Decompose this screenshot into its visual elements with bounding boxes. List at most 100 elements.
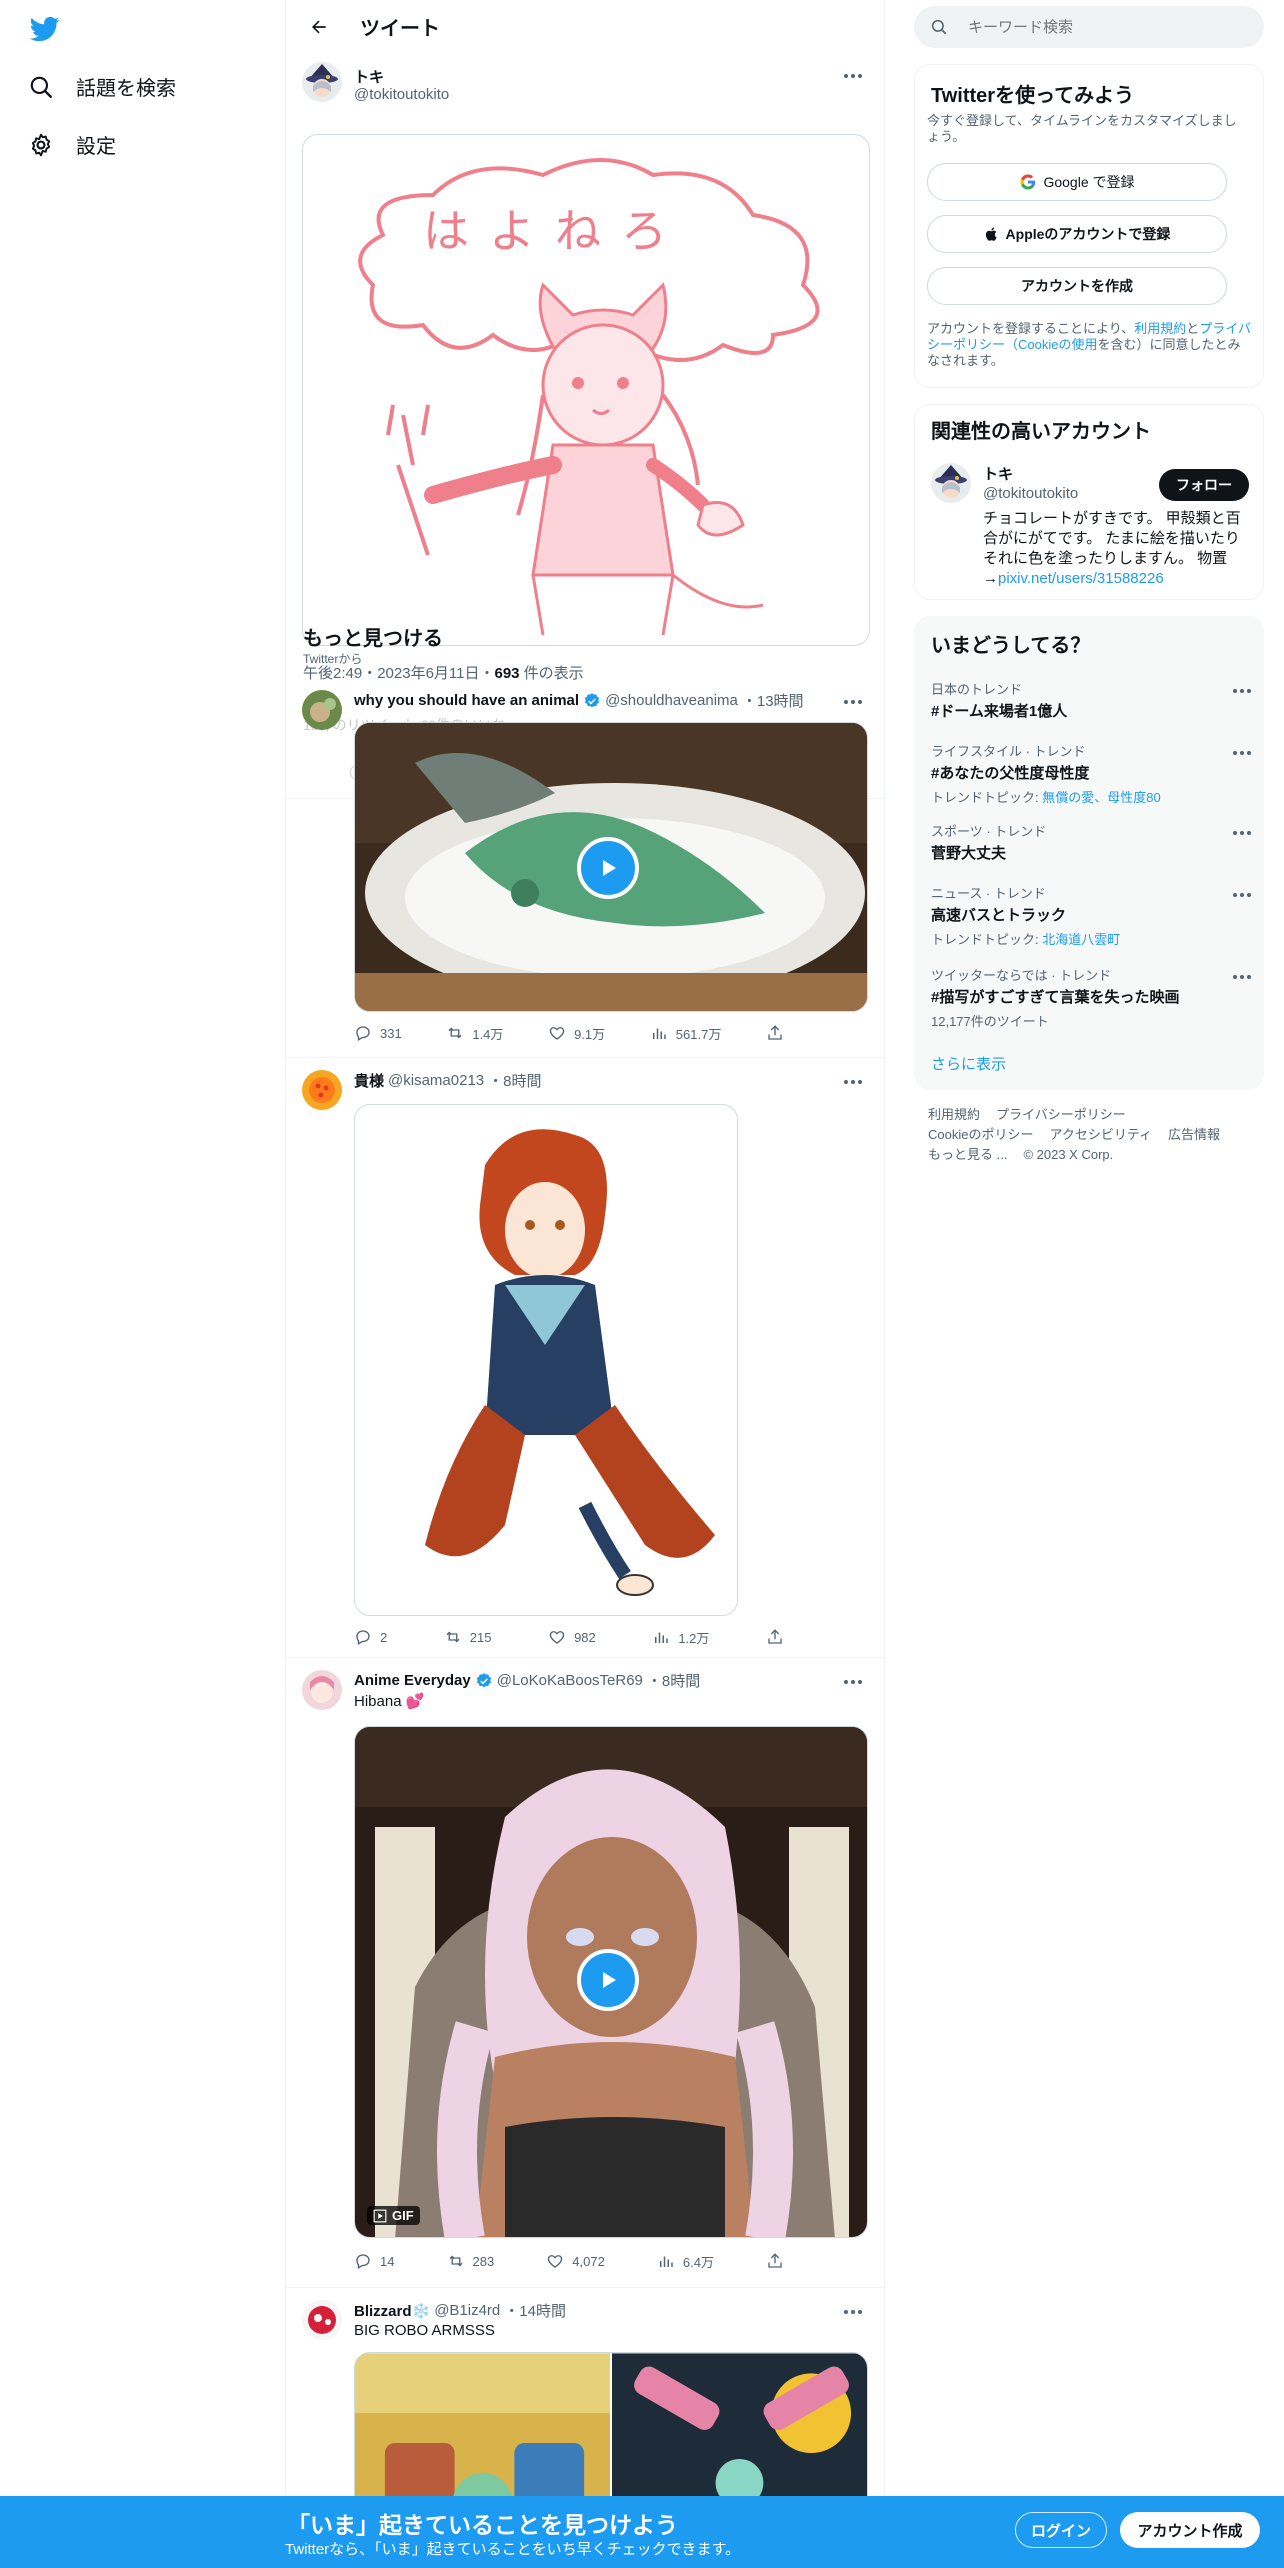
search-input[interactable] — [968, 18, 1228, 36]
footer-privacy-link[interactable]: プライバシーポリシー — [996, 1107, 1126, 1122]
related-handle[interactable]: @tokitoutokito — [983, 485, 1078, 502]
author-name[interactable]: トキ — [354, 66, 384, 87]
show-more-link[interactable]: さらに表示 — [931, 1053, 1006, 1074]
author-name[interactable]: 貴様 — [354, 1070, 384, 1091]
search-bar[interactable] — [914, 6, 1264, 48]
trend-item[interactable]: ツイッターならでは · トレンド #描写がすごすぎて言葉を失った映画 12,17… — [931, 965, 1251, 1030]
footer-terms-link[interactable]: 利用規約 — [928, 1107, 980, 1122]
views-button[interactable]: 1.2万 — [652, 1628, 709, 1647]
tweet-actions: 331 1.4万 9.1万 561.7万 — [354, 1022, 784, 1044]
related-name[interactable]: トキ — [983, 463, 1013, 484]
like-button[interactable]: 4,072 — [546, 2252, 605, 2270]
avatar[interactable] — [302, 690, 342, 730]
author-handle[interactable]: @kisama0213 — [388, 1072, 484, 1089]
footer-accessibility-link[interactable]: アクセシビリティ — [1049, 1127, 1152, 1142]
twitter-logo-icon[interactable] — [28, 14, 62, 44]
dot — [844, 1080, 848, 1084]
trend-item[interactable]: ライフスタイル · トレンド #あなたの父性度母性度 トレンドトピック: 無償の… — [931, 741, 1251, 806]
bio-link[interactable]: pixiv.net/users/31588226 — [998, 570, 1164, 587]
author-handle[interactable]: @shouldhaveanima — [605, 692, 738, 709]
tweet-image[interactable] — [354, 1104, 738, 1616]
views-button[interactable]: 6.4万 — [657, 2252, 714, 2271]
terms-link[interactable]: 利用規約 — [1134, 321, 1186, 336]
avatar[interactable] — [302, 2300, 342, 2340]
more-options-button[interactable] — [1225, 885, 1259, 905]
retweet-button[interactable]: 215 — [444, 1628, 492, 1646]
play-button[interactable] — [577, 837, 639, 899]
more-options-button[interactable] — [836, 2302, 870, 2322]
drawing-image: はよねろ — [303, 135, 869, 645]
back-button[interactable] — [302, 10, 336, 44]
share-button[interactable] — [766, 2252, 784, 2270]
feed-tweet[interactable]: Anime Everyday @LoKoKaBoosTeR69 ・8時間 Hib… — [286, 1658, 886, 2288]
dot — [1247, 975, 1251, 979]
more-options-button[interactable] — [1225, 823, 1259, 843]
author-name[interactable]: Anime Everyday — [354, 1672, 471, 1689]
reply-button[interactable]: 14 — [354, 2252, 394, 2270]
reply-button[interactable]: 2 — [354, 1628, 387, 1646]
like-count: 9.1万 — [574, 1026, 606, 1042]
more-options-button[interactable] — [836, 66, 870, 86]
tweet-actions: 2 215 982 1.2万 — [354, 1626, 784, 1648]
trend-topic-link[interactable]: 北海道八雲町 — [1042, 932, 1120, 947]
tweet-time[interactable]: ・14時間 — [504, 2300, 566, 2321]
tweet-time[interactable]: ・13時間 — [742, 690, 804, 711]
share-button[interactable] — [766, 1024, 784, 1042]
reply-button[interactable]: 331 — [354, 1024, 402, 1042]
nav-settings[interactable]: 設定 — [28, 130, 116, 159]
left-nav: 話題を検索 設定 — [0, 0, 285, 2568]
more-options-button[interactable] — [836, 1072, 870, 1092]
trend-topic-label: トレンドトピック: — [931, 932, 1043, 947]
signup-button[interactable]: アカウント作成 — [1120, 2512, 1260, 2548]
trend-item[interactable]: 日本のトレンド #ドーム来場者1億人 — [931, 679, 1251, 721]
create-account-button[interactable]: アカウントを作成 — [927, 267, 1227, 305]
tweet-time[interactable]: ・8時間 — [488, 1070, 541, 1091]
feed-tweet[interactable]: why you should have an animal @shouldhav… — [286, 678, 886, 1058]
nav-explore[interactable]: 話題を検索 — [28, 72, 176, 101]
login-button[interactable]: ログイン — [1015, 2512, 1107, 2548]
author-handle[interactable]: @B1iz4rd — [434, 2302, 500, 2319]
trend-item[interactable]: スポーツ · トレンド 菅野大丈夫 — [931, 821, 1251, 863]
footer-ads-link[interactable]: 広告情報 — [1168, 1127, 1220, 1142]
apple-signup-button[interactable]: Appleのアカウントで登録 — [927, 215, 1227, 253]
trend-topic-link[interactable]: 無償の愛、母性度80 — [1042, 790, 1160, 805]
dot — [1240, 975, 1244, 979]
follow-button[interactable]: フォロー — [1159, 469, 1249, 501]
author-name[interactable]: Blizzard❄️ — [354, 2302, 430, 2320]
tweet-video[interactable] — [354, 722, 868, 1012]
avatar[interactable] — [302, 62, 342, 102]
tweet-header: Blizzard❄️ @B1iz4rd ・14時間 — [354, 2300, 566, 2321]
footer-cookie-link[interactable]: Cookieのポリシー — [928, 1127, 1033, 1142]
trend-item[interactable]: ニュース · トレンド 高速バスとトラック トレンドトピック: 北海道八雲町 — [931, 883, 1251, 948]
retweet-button[interactable]: 1.4万 — [446, 1024, 503, 1043]
author-handle[interactable]: @tokitoutokito — [354, 86, 449, 103]
share-button[interactable] — [766, 1628, 784, 1646]
author-name[interactable]: why you should have an animal — [354, 692, 579, 709]
more-options-button[interactable] — [836, 692, 870, 712]
views-button[interactable]: 561.7万 — [650, 1024, 721, 1043]
author-handle[interactable]: @LoKoKaBoosTeR69 — [497, 1672, 643, 1689]
feed-tweet[interactable]: 貴様 @kisama0213 ・8時間 2 215 982 1.2万 — [286, 1058, 886, 1658]
trend-title: #あなたの父性度母性度 — [931, 765, 1090, 782]
retweet-button[interactable]: 283 — [447, 2252, 494, 2270]
google-signup-button[interactable]: Google で登録 — [927, 163, 1227, 201]
more-options-button[interactable] — [836, 1672, 870, 1692]
tweet-image[interactable]: はよねろ — [302, 134, 870, 646]
dot — [851, 700, 855, 704]
avatar[interactable] — [302, 1070, 342, 1110]
google-icon — [1020, 174, 1036, 190]
play-button[interactable] — [577, 1949, 639, 2011]
like-button[interactable]: 982 — [548, 1628, 596, 1646]
tweet-gif[interactable]: GIF — [354, 1726, 868, 2238]
more-options-button[interactable] — [1225, 967, 1259, 987]
footer-more-link[interactable]: もっと見る ... — [928, 1147, 1007, 1162]
avatar[interactable] — [931, 463, 971, 503]
footer-links: 利用規約 プライバシーポリシー Cookieのポリシー アクセシビリティ 広告情報 も… — [928, 1105, 1248, 1165]
gif-label: GIF — [392, 2208, 414, 2223]
tweet-header: why you should have an animal @shouldhav… — [354, 690, 804, 711]
more-options-button[interactable] — [1225, 681, 1259, 701]
avatar[interactable] — [302, 1670, 342, 1710]
more-options-button[interactable] — [1225, 743, 1259, 763]
like-button[interactable]: 9.1万 — [548, 1024, 605, 1043]
tweet-time[interactable]: ・8時間 — [647, 1670, 700, 1691]
